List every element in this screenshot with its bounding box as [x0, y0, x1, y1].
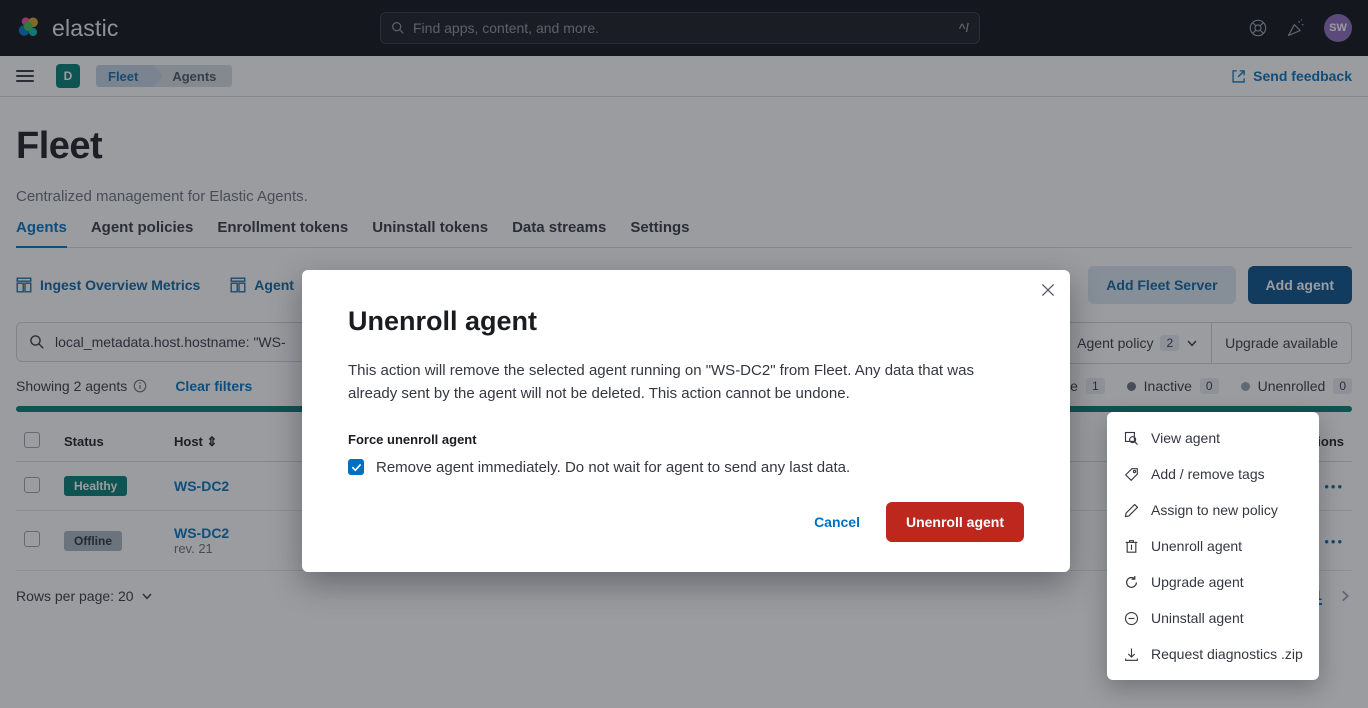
context-menu-item-add-remove-tags[interactable]: Add / remove tags	[1107, 456, 1319, 492]
context-menu-item-view-agent[interactable]: View agent	[1107, 420, 1319, 456]
context-menu-item-label: Upgrade agent	[1151, 574, 1244, 590]
context-menu-item-unenroll-agent[interactable]: Unenroll agent	[1107, 528, 1319, 564]
agent-actions-context-menu: View agent Add / remove tags Assign to n…	[1107, 412, 1319, 680]
context-menu-item-label: Assign to new policy	[1151, 502, 1278, 518]
tag-icon	[1123, 466, 1139, 482]
context-menu-item-label: Request diagnostics .zip	[1151, 646, 1303, 662]
modal-footer: Cancel Unenroll agent	[348, 501, 1024, 542]
minus-circle-icon	[1123, 610, 1139, 626]
context-menu-item-assign-to-new-policy[interactable]: Assign to new policy	[1107, 492, 1319, 528]
unenroll-agent-modal: Unenroll agent This action will remove t…	[302, 270, 1070, 572]
modal-title: Unenroll agent	[348, 306, 538, 336]
trash-icon	[1123, 538, 1139, 554]
pencil-icon	[1123, 502, 1139, 518]
close-icon[interactable]	[1040, 282, 1056, 303]
context-menu-item-upgrade-agent[interactable]: Upgrade agent	[1107, 564, 1319, 600]
context-menu-item-label: View agent	[1151, 430, 1221, 446]
context-menu-item-request-diagnostics[interactable]: Request diagnostics .zip	[1107, 636, 1319, 672]
download-icon	[1123, 646, 1139, 662]
context-menu-item-label: Uninstall agent	[1151, 610, 1244, 626]
fleet-page: elastic Find apps, content, and more. ^/	[0, 0, 1368, 708]
context-menu-item-label: Unenroll agent	[1151, 538, 1243, 554]
refresh-icon	[1123, 574, 1139, 590]
force-unenroll-checkbox[interactable]	[348, 459, 364, 475]
context-menu-item-label: Add / remove tags	[1151, 466, 1265, 482]
context-menu-item-uninstall-agent[interactable]: Uninstall agent	[1107, 600, 1319, 636]
force-unenroll-checkbox-label: Remove agent immediately. Do not wait fo…	[376, 458, 851, 476]
check-icon	[351, 463, 361, 471]
force-unenroll-checkbox-row[interactable]: Remove agent immediately. Do not wait fo…	[348, 459, 1024, 476]
inspect-icon	[1123, 430, 1139, 446]
confirm-unenroll-button[interactable]: Unenroll agent	[885, 501, 1024, 542]
modal-body-text: This action will remove the selected age…	[348, 362, 974, 403]
cancel-button[interactable]: Cancel	[814, 514, 860, 530]
force-unenroll-label: Force unenroll agent	[348, 431, 477, 447]
